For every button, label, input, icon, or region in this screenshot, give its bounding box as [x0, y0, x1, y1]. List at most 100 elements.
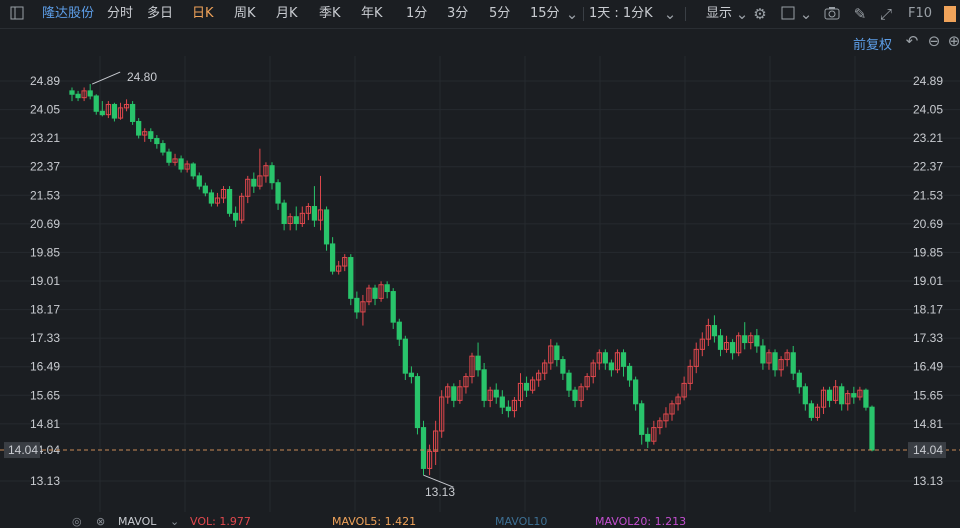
- y-axis-left-tick-label: 18.17: [30, 303, 60, 317]
- candle-body: [633, 379, 639, 405]
- camera-small-icon[interactable]: ◎: [72, 515, 82, 528]
- candle-body: [402, 338, 408, 374]
- candle-body: [711, 325, 718, 337]
- y-axis-right-tick-label: 17.33: [913, 331, 943, 345]
- toolbar-divider: [685, 7, 686, 21]
- y-axis-left-tick-label: 24.89: [30, 74, 60, 88]
- y-axis-left-tick-label: 21.53: [30, 188, 60, 202]
- interval-select[interactable]: 1天 : 1分K: [589, 0, 653, 28]
- candle-body: [311, 206, 318, 221]
- y-axis-right-tick-label: 23.21: [913, 131, 943, 145]
- candle-body: [626, 365, 633, 381]
- candle-body: [384, 284, 390, 293]
- candle-body: [154, 137, 160, 145]
- fullscreen-icon[interactable]: ⤢: [878, 6, 894, 22]
- candle-body: [323, 209, 330, 245]
- candle-body: [851, 393, 857, 398]
- candle-body: [226, 189, 233, 214]
- camera-icon[interactable]: [824, 6, 840, 22]
- candle-body: [560, 359, 566, 374]
- candle-body: [451, 386, 457, 401]
- candle-body: [493, 389, 499, 398]
- candle-body: [75, 93, 81, 99]
- display-chevron-icon[interactable]: ⌄: [734, 6, 750, 22]
- gear-icon[interactable]: ⚙: [752, 6, 768, 22]
- candle-body: [396, 321, 402, 340]
- candle-body: [863, 389, 869, 408]
- period-tab-15min[interactable]: 15分: [530, 0, 560, 28]
- candle-body: [251, 178, 257, 187]
- candle-body: [202, 185, 208, 194]
- indicator-chevron-icon[interactable]: ⌄: [170, 515, 179, 528]
- candle-body: [826, 389, 833, 401]
- display-menu[interactable]: 显示: [706, 0, 732, 28]
- candle-body: [233, 212, 239, 221]
- candle-body: [839, 386, 845, 405]
- volume-indicator-bar: ◎ ⊗ MAVOL ⌄ VOL: 1.977 MAVOL5: 1.421 MAV…: [0, 512, 960, 528]
- zoom-out-icon[interactable]: ⊖: [926, 33, 942, 49]
- period-tab-fenshi[interactable]: 分时: [107, 0, 133, 28]
- period-tab-quarter[interactable]: 季K: [319, 0, 341, 28]
- candle-body: [420, 427, 427, 469]
- candle-body: [742, 335, 748, 344]
- candle-body: [129, 103, 136, 122]
- candle-body: [808, 403, 815, 418]
- adjust-mode[interactable]: 前复权: [853, 34, 892, 53]
- candle-body: [645, 433, 651, 442]
- period-tab-year[interactable]: 年K: [361, 0, 383, 28]
- period-tab-month[interactable]: 月K: [276, 0, 298, 28]
- period-tab-1min[interactable]: 1分: [406, 0, 427, 28]
- y-axis-right-tick-label: 16.49: [913, 360, 943, 374]
- pencil-icon[interactable]: ✎: [852, 6, 868, 22]
- sidebar-toggle-icon[interactable]: [9, 6, 25, 22]
- toolbar-divider: [583, 7, 584, 21]
- more-periods-chevron-icon[interactable]: ⌄: [564, 6, 580, 22]
- vol-value: VOL: 1.977: [190, 515, 251, 528]
- mavol-indicator-name[interactable]: MAVOL: [118, 515, 156, 528]
- zoom-in-icon[interactable]: ⊕: [946, 33, 960, 49]
- y-axis-left-tick-label: 17.33: [30, 331, 60, 345]
- interval-chevron-icon[interactable]: ⌄: [662, 6, 678, 22]
- y-axis-right-tick-label: 19.85: [913, 245, 943, 259]
- candle-body: [499, 396, 505, 408]
- candle-body: [608, 362, 615, 371]
- candle-body: [602, 352, 608, 364]
- period-tab-week[interactable]: 周K: [234, 0, 256, 28]
- period-tab-5min[interactable]: 5分: [489, 0, 510, 28]
- candle-body: [505, 406, 511, 412]
- mavol5-value: MAVOL5: 1.421: [332, 515, 417, 528]
- y-axis-left-tick-label: 24.05: [30, 103, 60, 117]
- candle-body: [372, 287, 378, 299]
- candle-body: [869, 406, 875, 451]
- period-tab-duori[interactable]: 多日: [147, 0, 173, 28]
- orange-panel-tab[interactable]: [944, 6, 956, 22]
- y-axis-right-tick-label: 19.01: [913, 274, 943, 288]
- checkbox-icon[interactable]: [780, 6, 796, 22]
- undo-icon[interactable]: ↶: [904, 33, 920, 49]
- candle-body: [190, 163, 196, 177]
- candle-body: [269, 165, 275, 184]
- candle-body: [572, 389, 578, 401]
- candle-body: [275, 182, 281, 204]
- mavol10-value: MAVOL10: [495, 515, 548, 528]
- checkbox-chevron-icon[interactable]: ⌄: [798, 6, 814, 22]
- close-icon[interactable]: ⊗: [96, 515, 105, 528]
- stock-name[interactable]: 隆达股份: [42, 0, 94, 28]
- candle-body: [523, 382, 530, 391]
- candle-body: [475, 355, 481, 371]
- period-tab-day[interactable]: 日K: [192, 0, 214, 28]
- y-axis-right-tick-label: 22.37: [913, 160, 943, 174]
- candlestick-chart[interactable]: 24.89 24.05 23.21 22.37 21.53 20.69 19.85 19.01…: [0, 56, 960, 512]
- y-axis-left-tick-label: 13.13: [30, 474, 60, 488]
- candle-body: [111, 103, 118, 119]
- candle-body: [160, 143, 166, 153]
- candle-body: [93, 95, 99, 112]
- candle-body: [414, 376, 421, 429]
- period-tab-3min[interactable]: 3分: [447, 0, 468, 28]
- y-axis-right-tick-label: 18.17: [913, 303, 943, 317]
- y-axis-left-tick-label: 16.49: [30, 360, 60, 374]
- f10-button[interactable]: F10: [908, 0, 932, 28]
- candle-body: [802, 386, 808, 405]
- candle-body: [87, 90, 93, 97]
- candle-body: [620, 352, 627, 367]
